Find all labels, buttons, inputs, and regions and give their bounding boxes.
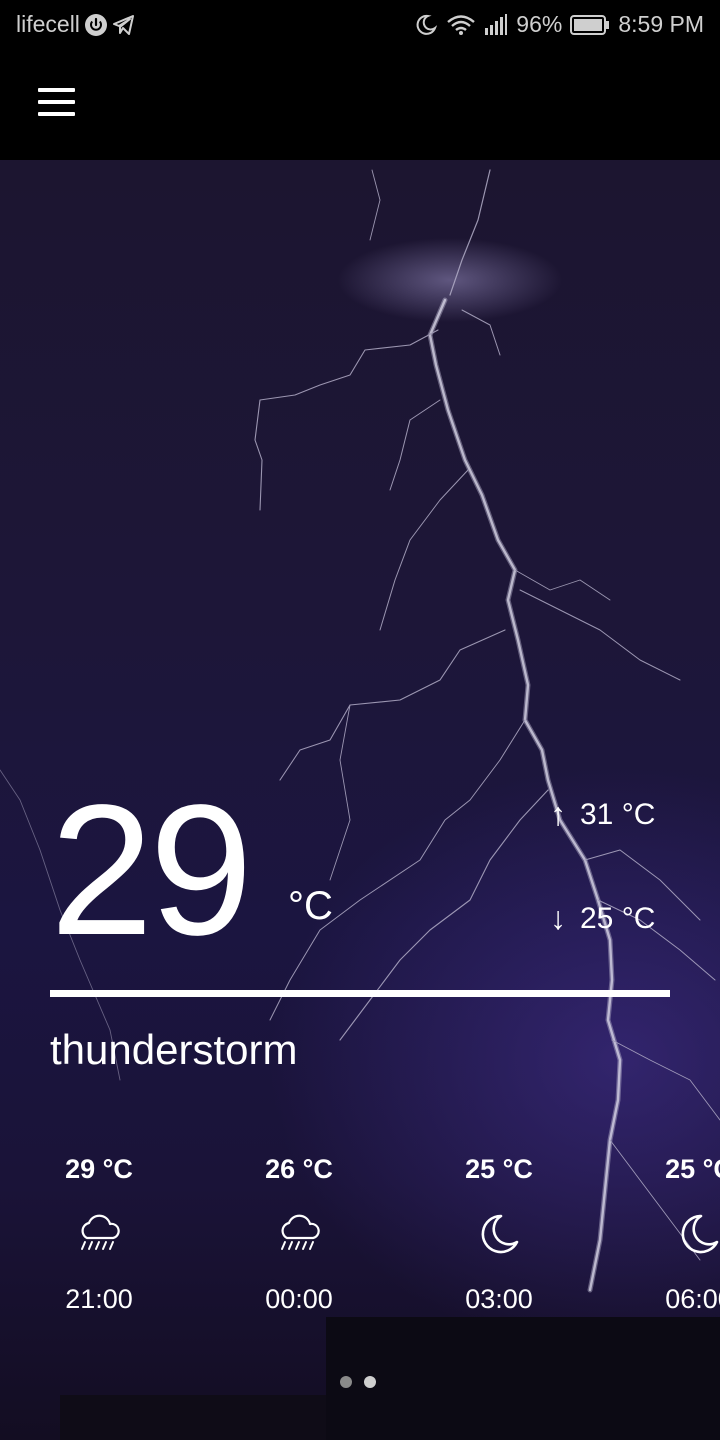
signal-icon (484, 13, 508, 36)
clock: 8:59 PM (618, 11, 704, 37)
hamburger-menu-icon[interactable] (30, 80, 82, 124)
forecast-time: 03:00 (465, 1284, 533, 1314)
forecast-item: 29 °C 21:00 (34, 1154, 164, 1315)
temperature-unit: °C (288, 884, 333, 928)
page-indicator (340, 1376, 376, 1388)
status-bar: lifecell 96% 8:59 PM (0, 0, 720, 50)
rooftop-silhouette (60, 1395, 330, 1440)
moon-icon (634, 1204, 720, 1264)
weather-condition: thunderstorm (50, 1026, 298, 1073)
divider (50, 990, 670, 997)
current-temperature: 29 (50, 767, 253, 974)
forecast-item: 25 °C 03:00 (434, 1154, 564, 1315)
battery-percent: 96% (516, 11, 563, 37)
max-temperature: ↑ 31 °C (550, 796, 655, 833)
max-temperature-value: 31 °C (580, 797, 656, 831)
status-right: 96% 8:59 PM (414, 11, 704, 38)
arrow-up-icon: ↑ (550, 796, 566, 832)
page-dot[interactable] (340, 1376, 352, 1388)
moon-icon (414, 13, 438, 37)
carrier-label: lifecell (16, 11, 80, 37)
forecast-time: 21:00 (65, 1284, 133, 1314)
forecast-temperature: 25 °C (665, 1154, 720, 1184)
building-silhouette (326, 1317, 720, 1440)
forecast-item: 25 °C 06:00 (634, 1154, 720, 1315)
status-left: lifecell (16, 11, 136, 38)
power-icon (84, 13, 108, 37)
telegram-icon (112, 13, 136, 37)
hourly-forecast[interactable]: 29 °C 21:00 26 °C 00:00 25 °C 03:00 25 °… (0, 1154, 720, 1324)
forecast-temperature: 26 °C (265, 1154, 333, 1184)
forecast-time: 00:00 (265, 1284, 333, 1314)
app-bar (0, 50, 720, 160)
menu-bar (37, 100, 75, 104)
weather-hero: 29 °C ↑ 31 °C ↓ 25 °C thunderstorm 29 °C… (0, 160, 720, 1440)
battery-icon (570, 14, 610, 36)
menu-bar (37, 88, 75, 92)
arrow-down-icon: ↓ (550, 900, 566, 936)
rain-cloud-icon (34, 1204, 164, 1264)
forecast-temperature: 25 °C (465, 1154, 533, 1184)
wifi-icon (446, 13, 476, 37)
min-temperature: ↓ 25 °C (550, 900, 655, 937)
forecast-time: 06:00 (665, 1284, 720, 1314)
min-temperature-value: 25 °C (580, 901, 656, 935)
forecast-temperature: 29 °C (65, 1154, 133, 1184)
moon-icon (434, 1204, 564, 1264)
rain-cloud-icon (234, 1204, 364, 1264)
page-dot-active[interactable] (364, 1376, 376, 1388)
menu-bar (37, 112, 75, 116)
forecast-item: 26 °C 00:00 (234, 1154, 364, 1315)
